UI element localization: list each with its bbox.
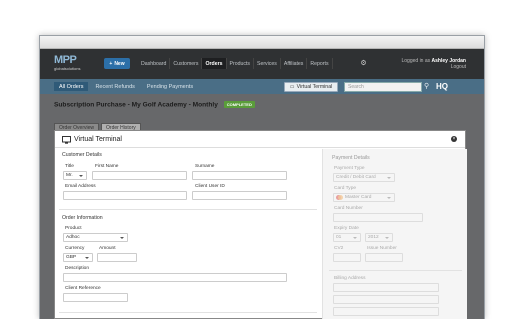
- card-number-label: Card Number: [334, 206, 363, 211]
- payment-type-label: Payment Type: [334, 166, 365, 171]
- card-type-label: Card Type: [334, 186, 357, 191]
- page-title: Subscription Purchase - My Golf Academy …: [54, 101, 255, 108]
- user-prefix: Logged in as: [401, 58, 431, 64]
- search-icon[interactable]: ⚲: [424, 83, 432, 91]
- nav-affiliates[interactable]: Affiliates: [281, 58, 308, 69]
- logo-subtitle: globalsolutions: [54, 66, 81, 71]
- email-label: Email Address: [65, 184, 96, 189]
- currency-label: Currency: [65, 246, 85, 251]
- modal-header: Virtual Terminal ×: [55, 131, 465, 148]
- expiry-year-select[interactable]: 2012: [365, 233, 393, 242]
- main-menu: Dashboard Customers Orders Products Serv…: [138, 58, 333, 69]
- monitor-icon: [62, 136, 71, 144]
- tab-pending-payments[interactable]: Pending Payments: [142, 82, 198, 91]
- settings-icon[interactable]: ⚙: [359, 59, 368, 68]
- product-label: Product: [65, 226, 82, 231]
- section-divider: [329, 270, 462, 271]
- status-badge: COMPLETED: [223, 101, 255, 108]
- cv2-label: CV2: [334, 246, 344, 251]
- top-navigation: MPP globalsolutions + New Dashboard Cust…: [40, 49, 484, 79]
- nav-orders[interactable]: Orders: [202, 58, 227, 69]
- monitor-icon: ▭: [289, 84, 295, 90]
- payment-details-column: Payment Details Payment Type Credit / De…: [322, 149, 467, 319]
- billing-address-label: Billing Address: [334, 276, 366, 281]
- client-reference-label: Client Reference: [65, 286, 101, 291]
- hq-label[interactable]: HQ: [436, 82, 448, 92]
- title-label: Title: [65, 164, 74, 169]
- virtual-terminal-label: Virtual Terminal: [296, 84, 333, 90]
- card-number-field[interactable]: [333, 213, 423, 222]
- tab-recent-refunds[interactable]: Recent Refunds: [90, 82, 139, 91]
- customer-details-heading: Customer Details: [62, 152, 102, 158]
- plus-icon: +: [109, 60, 113, 67]
- billing-address-line-3[interactable]: [333, 307, 439, 316]
- modal-title: Virtual Terminal: [74, 136, 122, 143]
- user-info: Logged in as Ashley Jordan Logout: [402, 58, 467, 70]
- search-input[interactable]: Search: [344, 82, 422, 92]
- expiry-month-select[interactable]: 01: [333, 233, 361, 242]
- surname-field[interactable]: [192, 171, 287, 180]
- currency-select[interactable]: GBP: [63, 253, 93, 262]
- logout-link[interactable]: Logout: [402, 64, 466, 70]
- product-select[interactable]: Adhoc: [63, 233, 128, 242]
- sub-navigation: All Orders Recent Refunds Pending Paymen…: [40, 79, 484, 94]
- new-button[interactable]: + New: [104, 58, 130, 69]
- logo-text: MPP: [54, 54, 77, 66]
- issue-number-label: Issue Number: [367, 246, 397, 251]
- nav-customers[interactable]: Customers: [170, 58, 203, 69]
- description-label: Description: [65, 266, 89, 271]
- logo[interactable]: MPP globalsolutions: [54, 55, 92, 73]
- payment-type-select[interactable]: Credit / Debit Card: [333, 173, 395, 182]
- billing-address-line-1[interactable]: [333, 283, 439, 292]
- nav-reports[interactable]: Reports: [307, 58, 333, 69]
- nav-products[interactable]: Products: [227, 58, 254, 69]
- card-type-value: Master Card: [345, 195, 372, 200]
- nav-services[interactable]: Services: [254, 58, 281, 69]
- customer-order-column: Customer Details Title Mr. First Name Su…: [55, 149, 321, 319]
- client-user-id-field[interactable]: [192, 191, 287, 200]
- description-field[interactable]: [63, 273, 287, 282]
- section-divider: [59, 209, 317, 210]
- amount-label: Amount: [99, 246, 116, 251]
- mastercard-icon: [336, 195, 343, 200]
- window-chrome: [40, 36, 484, 49]
- surname-label: Surname: [195, 164, 215, 169]
- order-tabs: All Orders Recent Refunds Pending Paymen…: [54, 82, 198, 91]
- email-field[interactable]: [63, 191, 187, 200]
- page-title-text: Subscription Purchase - My Golf Academy …: [54, 101, 218, 109]
- payment-details-heading: Payment Details: [332, 155, 370, 161]
- card-type-select[interactable]: Master Card: [333, 193, 395, 202]
- close-icon[interactable]: ×: [451, 136, 457, 142]
- cv2-field[interactable]: [333, 253, 361, 262]
- first-name-label: First Name: [95, 164, 119, 169]
- order-information-heading: Order Information: [62, 215, 103, 221]
- client-user-id-label: Client User ID: [195, 184, 225, 189]
- tab-all-orders[interactable]: All Orders: [54, 82, 89, 91]
- section-divider: [59, 312, 317, 313]
- client-reference-field[interactable]: [63, 293, 128, 302]
- virtual-terminal-button[interactable]: ▭ Virtual Terminal: [284, 82, 338, 92]
- expiry-date-label: Expiry Date: [334, 226, 359, 231]
- title-select[interactable]: Mr.: [63, 171, 87, 180]
- amount-field[interactable]: [97, 253, 137, 262]
- nav-dashboard[interactable]: Dashboard: [138, 58, 171, 69]
- billing-address-line-2[interactable]: [333, 295, 439, 304]
- first-name-field[interactable]: [92, 171, 187, 180]
- new-button-label: New: [114, 60, 125, 67]
- virtual-terminal-modal: Virtual Terminal × Customer Details Titl…: [54, 130, 467, 319]
- issue-number-field[interactable]: [365, 253, 403, 262]
